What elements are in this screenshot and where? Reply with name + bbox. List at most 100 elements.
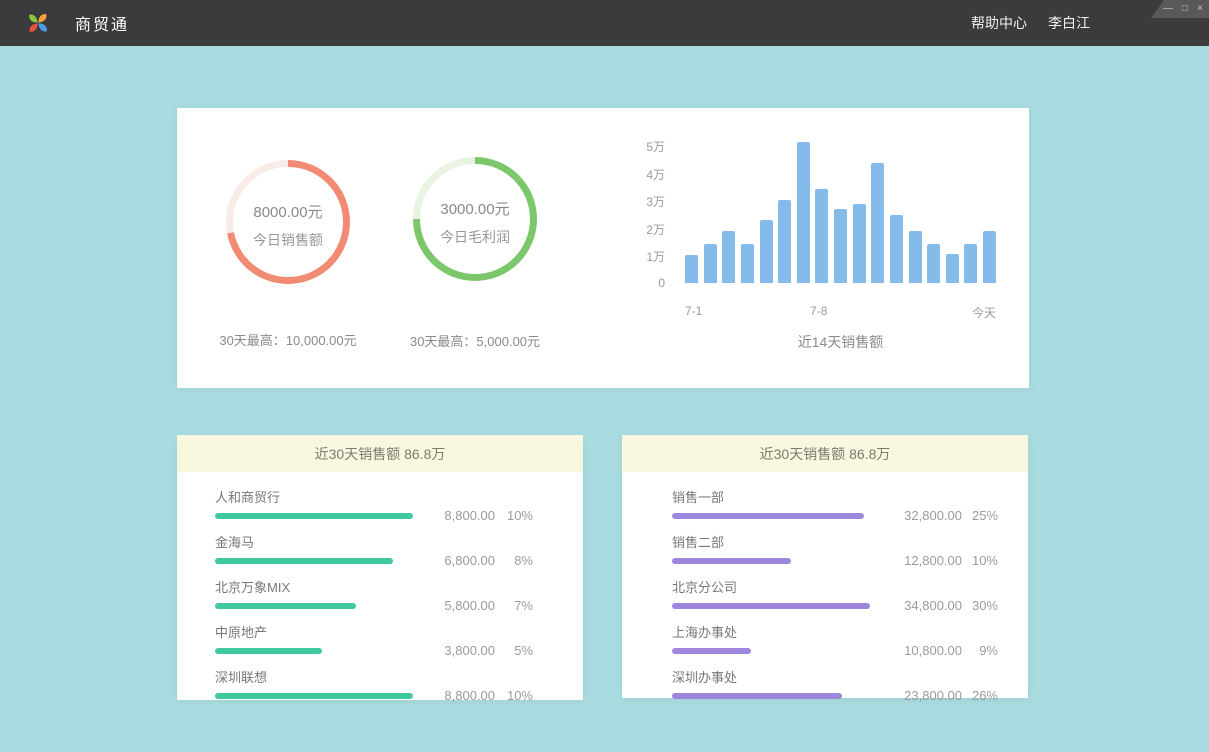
row-label: 人和商贸行 xyxy=(215,487,413,506)
bar-chart-x-axis: 7-1 7-8 今天 xyxy=(685,304,996,320)
row-values: 8,800.00 10% xyxy=(425,508,533,523)
row-progress-bar xyxy=(672,513,864,519)
today-sales-value: 8000.00元 xyxy=(253,201,322,222)
row-label: 上海办事处 xyxy=(672,622,870,641)
panel-row: 金海马 6,800.00 8% xyxy=(215,532,533,564)
row-progress-bar xyxy=(215,513,413,519)
row-main: 上海办事处 xyxy=(672,622,870,654)
row-progress-bar xyxy=(672,648,751,654)
maximize-icon[interactable]: □ xyxy=(1182,4,1188,14)
right-panel-header: 近30天销售额 86.8万 xyxy=(622,435,1028,472)
row-amount: 10,800.00 xyxy=(882,643,962,658)
row-label: 销售二部 xyxy=(672,532,870,551)
close-icon[interactable]: × xyxy=(1197,4,1203,14)
row-values: 12,800.00 10% xyxy=(882,553,998,568)
row-amount: 32,800.00 xyxy=(882,508,962,523)
y-tick: 0 xyxy=(658,276,665,290)
row-label: 深圳联想 xyxy=(215,667,413,686)
row-amount: 23,800.00 xyxy=(882,688,962,703)
today-sales-label: 今日销售额 xyxy=(253,230,323,250)
minimize-icon[interactable]: — xyxy=(1163,4,1173,14)
row-progress-bar xyxy=(672,603,870,609)
bar-chart-plot xyxy=(685,145,996,283)
row-amount: 34,800.00 xyxy=(882,598,962,613)
customers-sales-panel: 近30天销售额 86.8万 人和商贸行 8,800.00 10% 金海马 6,8… xyxy=(177,435,583,700)
row-label: 北京万象MIX xyxy=(215,577,413,596)
row-progress-bar xyxy=(215,693,413,699)
sales-bar xyxy=(964,244,977,283)
y-tick: 2万 xyxy=(646,221,665,238)
row-percent: 25% xyxy=(962,508,998,523)
sales-bar xyxy=(760,220,773,284)
panel-row: 北京万象MIX 5,800.00 7% xyxy=(215,577,533,609)
row-main: 北京分公司 xyxy=(672,577,870,609)
bar-chart-y-axis: 5万4万3万2万1万0 xyxy=(609,138,665,290)
row-label: 深圳办事处 xyxy=(672,667,870,686)
row-main: 深圳联想 xyxy=(215,667,413,699)
panel-row: 人和商贸行 8,800.00 10% xyxy=(215,487,533,519)
row-label: 销售一部 xyxy=(672,487,870,506)
row-main: 中原地产 xyxy=(215,622,413,654)
panel-row: 中原地产 3,800.00 5% xyxy=(215,622,533,654)
sales-donut-ring: 8000.00元 今日销售额 xyxy=(226,160,350,284)
sales-bar xyxy=(909,231,922,283)
profit-donut-ring: 3000.00元 今日毛利润 xyxy=(413,157,537,281)
row-values: 8,800.00 10% xyxy=(425,688,533,703)
y-tick: 4万 xyxy=(646,166,665,183)
help-center-link[interactable]: 帮助中心 xyxy=(971,13,1027,33)
row-main: 金海马 xyxy=(215,532,413,564)
y-tick: 3万 xyxy=(646,193,665,210)
row-progress-bar xyxy=(672,558,791,564)
row-values: 5,800.00 7% xyxy=(425,598,533,613)
sales-bar xyxy=(704,244,717,283)
row-main: 销售二部 xyxy=(672,532,870,564)
row-main: 北京万象MIX xyxy=(215,577,413,609)
row-percent: 9% xyxy=(962,643,998,658)
profit-30d-max: 30天最高：5,000.00元 xyxy=(410,331,540,350)
x-tick: 7-1 xyxy=(685,304,702,318)
row-percent: 10% xyxy=(495,688,533,703)
left-panel-header: 近30天销售额 86.8万 xyxy=(177,435,583,472)
y-tick: 1万 xyxy=(646,248,665,265)
row-progress-bar xyxy=(672,693,842,699)
row-percent: 10% xyxy=(962,553,998,568)
today-profit-label: 今日毛利润 xyxy=(440,227,510,247)
sales-bar xyxy=(722,231,735,283)
panel-row: 深圳联想 8,800.00 10% xyxy=(215,667,533,699)
right-panel-title: 近30天销售额 86.8万 xyxy=(760,444,891,464)
sales-bar xyxy=(741,244,754,283)
sales-bar xyxy=(685,255,698,283)
row-percent: 30% xyxy=(962,598,998,613)
pinwheel-logo xyxy=(25,10,51,36)
row-percent: 8% xyxy=(495,553,533,568)
row-main: 深圳办事处 xyxy=(672,667,870,699)
sales-bar xyxy=(834,209,847,284)
row-main: 人和商贸行 xyxy=(215,487,413,519)
row-progress-bar xyxy=(215,558,393,564)
sales-donut-center: 8000.00元 今日销售额 xyxy=(233,167,343,277)
today-sales-gauge: 8000.00元 今日销售额 30天最高：10,000.00元 xyxy=(226,160,350,284)
user-name-link[interactable]: 李白江 xyxy=(1048,13,1090,33)
row-amount: 3,800.00 xyxy=(425,643,495,658)
sales-bar xyxy=(778,200,791,283)
sales-bar xyxy=(946,254,959,283)
x-tick: 7-8 xyxy=(810,304,827,318)
today-summary-card: 8000.00元 今日销售额 30天最高：10,000.00元 3000.00元… xyxy=(177,108,1029,388)
panel-row: 销售一部 32,800.00 25% xyxy=(672,487,998,519)
row-values: 3,800.00 5% xyxy=(425,643,533,658)
sales-bar xyxy=(871,163,884,283)
row-label: 中原地产 xyxy=(215,622,413,641)
row-percent: 7% xyxy=(495,598,533,613)
sales-30d-max: 30天最高：10,000.00元 xyxy=(219,330,356,349)
departments-sales-panel: 近30天销售额 86.8万 销售一部 32,800.00 25% 销售二部 12… xyxy=(622,435,1028,698)
sales-bar xyxy=(890,215,903,283)
panel-row: 上海办事处 10,800.00 9% xyxy=(672,622,998,654)
titlebar-nav: 帮助中心 李白江 xyxy=(971,13,1090,33)
left-panel-title: 近30天销售额 86.8万 xyxy=(315,444,446,464)
bar-chart-title: 近14天销售额 xyxy=(685,332,996,352)
row-values: 10,800.00 9% xyxy=(882,643,998,658)
sales-bar xyxy=(983,231,996,283)
row-main: 销售一部 xyxy=(672,487,870,519)
row-progress-bar xyxy=(215,603,356,609)
sales-bar xyxy=(927,244,940,283)
